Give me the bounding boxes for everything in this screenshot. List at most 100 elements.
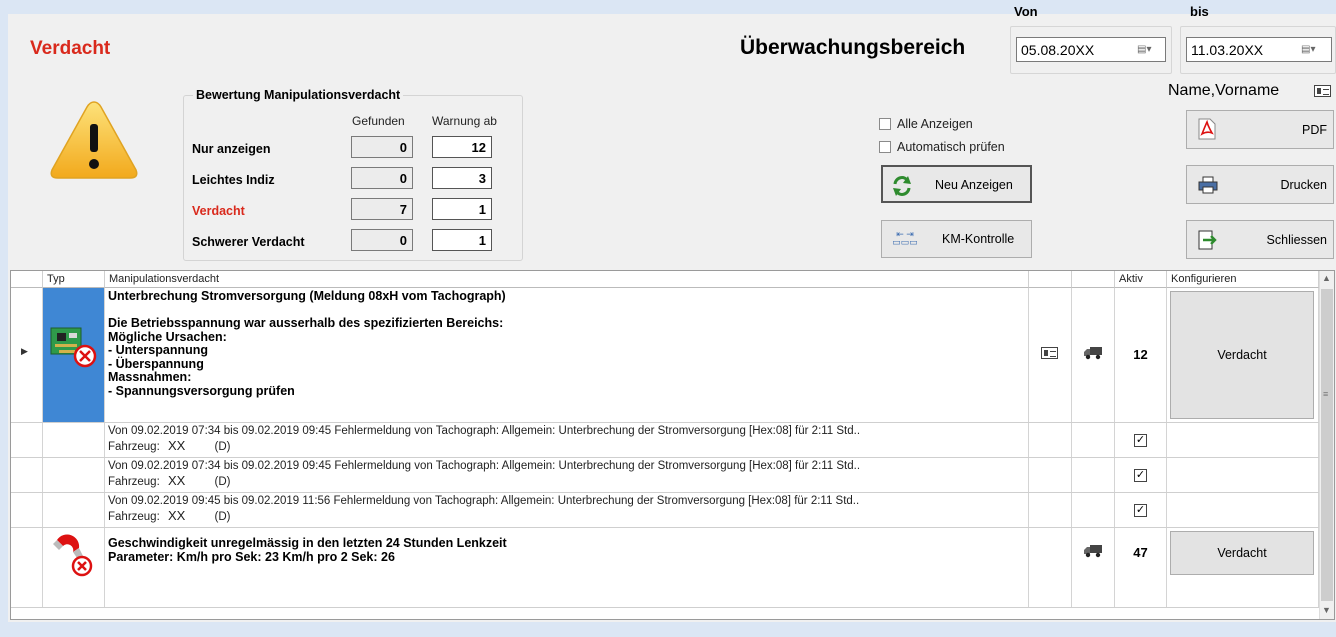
configure-cell: [1167, 493, 1319, 527]
warning-input-nur-anzeigen[interactable]: 12: [432, 136, 492, 158]
vertical-scrollbar[interactable]: ▲ ≡ ▼: [1319, 271, 1334, 619]
close-button[interactable]: Schliessen: [1186, 220, 1334, 259]
to-date-value: 11.03.20XX: [1191, 42, 1264, 58]
found-value-nur-anzeigen: 0: [351, 136, 413, 158]
warning-input-schwerer-verdacht[interactable]: 1: [432, 229, 492, 251]
col-header-blank-2: [1072, 271, 1115, 288]
col-header-manipulation[interactable]: Manipulationsverdacht: [105, 271, 1029, 288]
vehicle-label: Fahrzeug:: [108, 440, 160, 453]
configure-button[interactable]: Verdacht: [1170, 531, 1314, 575]
auto-check-checkbox[interactable]: Automatisch prüfen: [879, 140, 1005, 154]
auto-check-label: Automatisch prüfen: [897, 140, 1005, 154]
configure-cell: Verdacht: [1167, 528, 1319, 607]
table-row[interactable]: Von 09.02.2019 07:34 bis 09.02.2019 09:4…: [11, 423, 1319, 458]
suspicion-grid: Typ Manipulationsverdacht Aktiv Konfigur…: [10, 270, 1335, 620]
warning-input-verdacht[interactable]: 1: [432, 198, 492, 220]
calendar-dropdown-icon[interactable]: ▤▾: [1301, 44, 1321, 56]
show-all-checkbox-box[interactable]: [879, 118, 891, 130]
auto-check-checkbox-box[interactable]: [879, 141, 891, 153]
col-header-typ[interactable]: Typ: [43, 271, 105, 288]
show-all-checkbox[interactable]: Alle Anzeigen: [879, 117, 973, 131]
rating-label-leichtes-indiz: Leichtes Indiz: [192, 173, 275, 187]
from-label: Von: [1014, 4, 1038, 19]
aktiv-checkbox[interactable]: ✓: [1134, 469, 1147, 482]
truck-icon: [1084, 545, 1102, 558]
driver-card-icon: [1041, 347, 1058, 359]
manipulation-message: Unterbrechung Stromversorgung (Meldung 0…: [108, 289, 506, 398]
configure-button[interactable]: Verdacht: [1170, 291, 1314, 419]
driver-card-cell: [1029, 288, 1072, 422]
scroll-down-icon[interactable]: ▼: [1322, 605, 1331, 615]
type-cell: [43, 423, 105, 457]
scroll-up-icon[interactable]: ▲: [1322, 273, 1331, 283]
type-cell: [43, 288, 105, 422]
vehicle-country: (D): [214, 440, 231, 453]
found-value-schwerer-verdacht: 0: [351, 229, 413, 251]
rating-label-schwerer-verdacht: Schwerer Verdacht: [192, 235, 305, 249]
aktiv-checkbox[interactable]: ✓: [1134, 504, 1147, 517]
row-header-column: [11, 271, 43, 288]
col-header-aktiv[interactable]: Aktiv: [1115, 271, 1167, 288]
row-selector[interactable]: [11, 423, 43, 457]
table-row[interactable]: Geschwindigkeit unregelmässig in den let…: [11, 528, 1319, 608]
vehicle-line: Fahrzeug: XX (D): [105, 473, 1028, 488]
col-header-blank-1: [1029, 271, 1072, 288]
found-value-leichtes-indiz: 0: [351, 167, 413, 189]
from-date-value: 05.08.20XX: [1021, 42, 1095, 58]
to-label: bis: [1190, 4, 1209, 19]
vehicle-line: Fahrzeug: XX (D): [105, 508, 1028, 523]
vehicle-line: Fahrzeug: XX (D): [105, 438, 1028, 453]
aktiv-value: 12: [1133, 347, 1148, 362]
blank-cell: [1029, 493, 1072, 527]
vehicle-cell: [1072, 528, 1115, 607]
window-frame-top: [0, 0, 1336, 14]
scrollbar-thumb[interactable]: [1321, 289, 1333, 601]
blank-cell: [1072, 458, 1115, 492]
pdf-button[interactable]: PDF: [1186, 110, 1334, 149]
monitoring-range-label: Überwachungsbereich: [740, 36, 966, 59]
event-detail-text: Von 09.02.2019 07:34 bis 09.02.2019 09:4…: [108, 460, 861, 472]
rating-group-title: Bewertung Manipulationsverdacht: [193, 88, 404, 102]
type-cell: [43, 493, 105, 527]
manipulation-message-cell: Geschwindigkeit unregelmässig in den let…: [105, 528, 1029, 607]
window-frame-bottom: [0, 622, 1336, 637]
row-selector[interactable]: [11, 493, 43, 527]
aktiv-cell: ✓: [1115, 458, 1167, 492]
from-date-picker[interactable]: 05.08.20XX ▤▾: [1016, 37, 1166, 62]
calendar-dropdown-icon[interactable]: ▤▾: [1137, 44, 1157, 56]
table-row[interactable]: Von 09.02.2019 07:34 bis 09.02.2019 09:4…: [11, 458, 1319, 493]
pdf-button-label: PDF: [1302, 123, 1327, 137]
print-button[interactable]: Drucken: [1186, 165, 1334, 204]
blank-cell: [1072, 423, 1115, 457]
to-date-picker[interactable]: 11.03.20XX ▤▾: [1186, 37, 1332, 62]
warning-icon: [50, 101, 138, 179]
vehicle-label: Fahrzeug:: [108, 475, 160, 488]
row-selector[interactable]: [11, 458, 43, 492]
km-check-button[interactable]: ⇤ ⇥ ▭▭▭ KM-Kontrolle: [881, 220, 1032, 258]
refresh-button[interactable]: Neu Anzeigen: [881, 165, 1032, 203]
configure-cell: Verdacht: [1167, 288, 1319, 422]
configure-cell: [1167, 458, 1319, 492]
current-row-arrow-icon: ▶: [21, 346, 28, 356]
vehicle-plate: XX: [167, 437, 186, 453]
driver-card-icon[interactable]: [1314, 85, 1331, 97]
configure-cell: [1167, 423, 1319, 457]
found-column-header: Gefunden: [352, 114, 405, 128]
vehicle-plate: XX: [167, 472, 186, 488]
print-button-label: Drucken: [1280, 178, 1327, 192]
event-detail-cell: Von 09.02.2019 09:45 bis 09.02.2019 11:5…: [105, 493, 1029, 527]
warning-input-leichtes-indiz[interactable]: 3: [432, 167, 492, 189]
aktiv-checkbox[interactable]: ✓: [1134, 434, 1147, 447]
scroll-grip-icon: ≡: [1323, 389, 1329, 399]
aktiv-cell: ✓: [1115, 493, 1167, 527]
refresh-button-label: Neu Anzeigen: [935, 178, 1013, 192]
col-header-configure[interactable]: Konfigurieren: [1167, 271, 1319, 288]
table-row[interactable]: ▶ Unterbrechung Stromversorgung (Meldung…: [11, 288, 1319, 423]
row-selector[interactable]: [11, 528, 43, 607]
refresh-icon: [893, 176, 911, 196]
table-row[interactable]: Von 09.02.2019 09:45 bis 09.02.2019 11:5…: [11, 493, 1319, 528]
warning-column-header: Warnung ab: [432, 114, 497, 128]
aktiv-cell: ✓: [1115, 423, 1167, 457]
exit-icon: [1198, 230, 1217, 250]
row-selector[interactable]: ▶: [11, 288, 43, 422]
